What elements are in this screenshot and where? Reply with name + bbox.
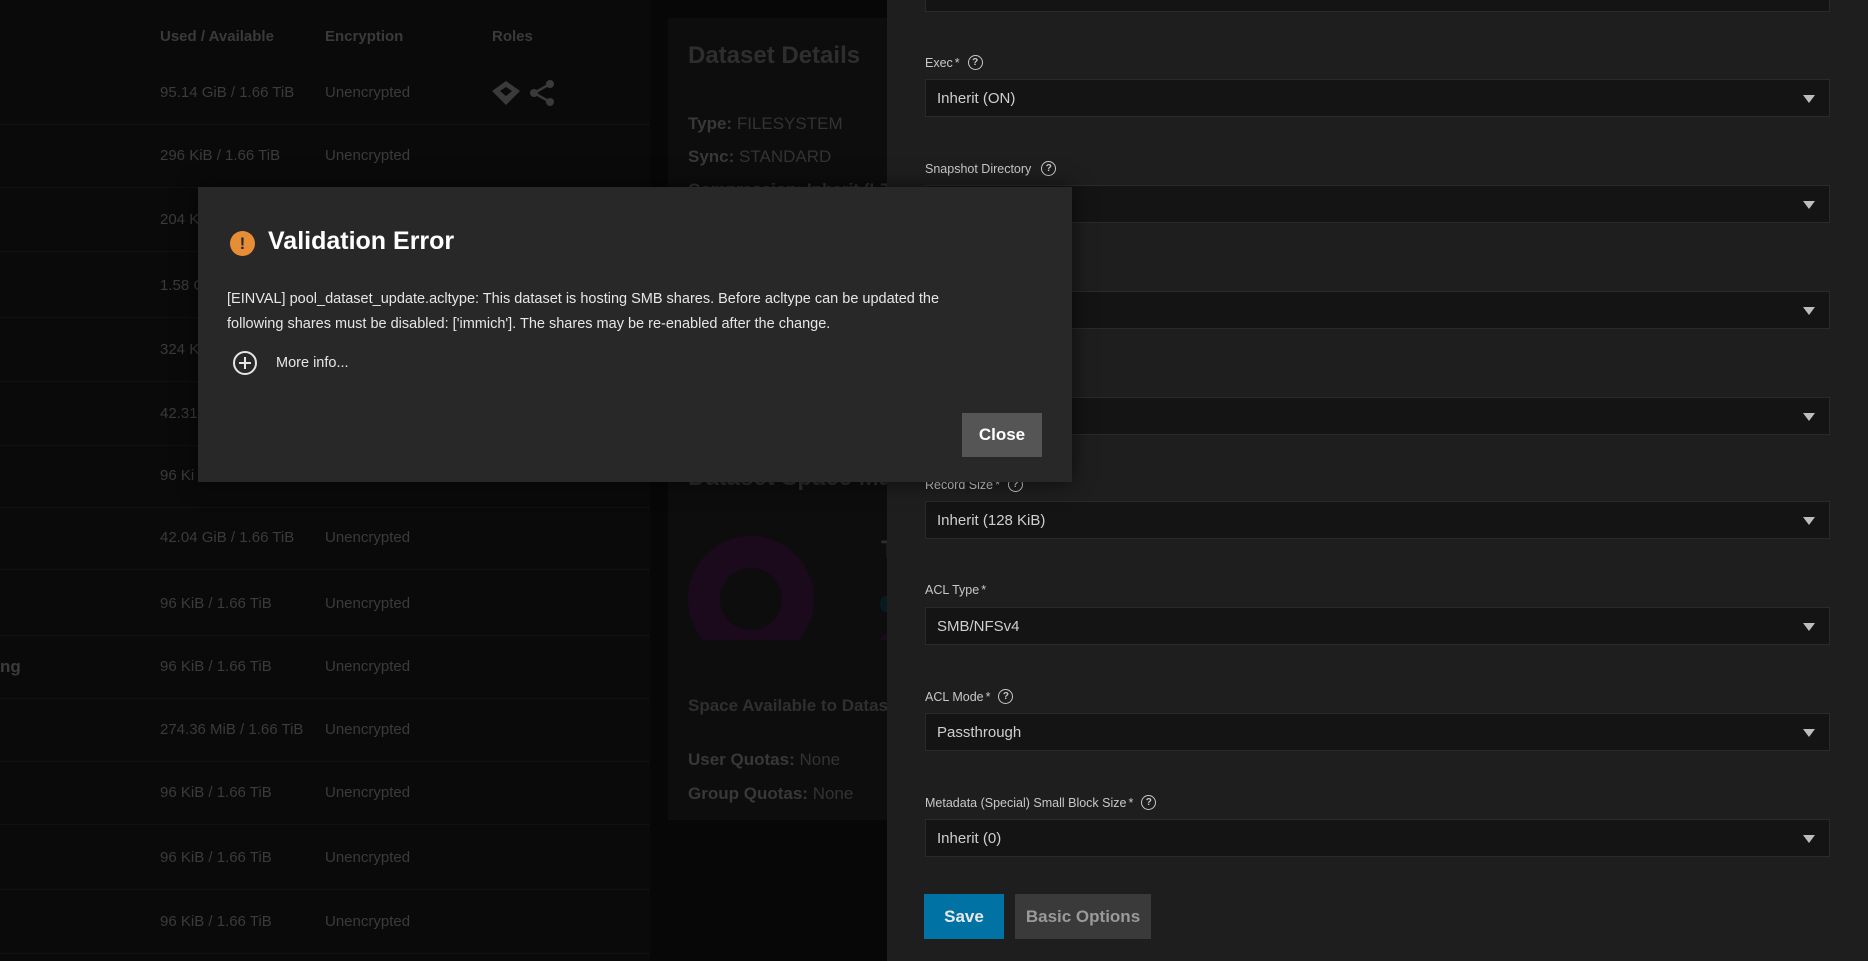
field-label: ACL Type * [925, 583, 987, 597]
select-value: Inherit (ON) [937, 90, 1016, 107]
dialog-message-line2: following shares must be disabled: ['imm… [227, 316, 831, 332]
select-value: SMB/NFSv4 [937, 618, 1020, 635]
close-button[interactable]: Close [962, 413, 1042, 457]
encryption-cell: Unencrypted [325, 913, 411, 930]
space-donut-chart [688, 536, 814, 640]
dropdown-arrow-icon [1803, 835, 1815, 843]
used-available-cell: 95.14 GiB / 1.66 TiB [160, 84, 295, 101]
dataset-details-title: Dataset Details [688, 42, 861, 69]
dropdown-arrow-icon [1803, 307, 1815, 315]
used-available-cell: 204 K [160, 211, 200, 228]
select-value: Inherit (128 KiB) [937, 512, 1046, 529]
dropdown-arrow-icon [1803, 517, 1815, 525]
encryption-cell: Unencrypted [325, 147, 411, 164]
used-available-cell: 96 KiB / 1.66 TiB [160, 595, 272, 612]
select-exec[interactable]: Inherit (ON) [925, 79, 1830, 117]
share-icon [530, 80, 554, 106]
help-icon[interactable]: ? [998, 689, 1014, 704]
field-label: Metadata (Special) Small Block Size *? [925, 795, 1157, 810]
more-info-label: More info... [276, 355, 349, 371]
dropdown-arrow-icon [1803, 623, 1815, 631]
encryption-cell: Unencrypted [325, 784, 411, 801]
user-quotas-row: User Quotas: None [688, 750, 841, 769]
encryption-cell: Unencrypted [325, 595, 411, 612]
dropdown-arrow-icon [1803, 729, 1815, 737]
select-metadata-special-small-block-size[interactable]: Inherit (0) [925, 819, 1830, 857]
used-available-cell: 96 KiB / 1.66 TiB [160, 849, 272, 866]
group-quotas-row: Group Quotas: None [688, 784, 854, 803]
column-header-used: Used / Available [160, 28, 274, 45]
help-icon[interactable]: ? [967, 55, 983, 70]
more-info-toggle[interactable]: More info... [232, 350, 349, 376]
used-available-cell: 296 KiB / 1.66 TiB [160, 147, 281, 164]
select-value: Inherit (0) [937, 830, 1002, 847]
encryption-cell: Unencrypted [325, 84, 411, 101]
used-available-cell: 42.31 [160, 405, 198, 422]
save-button[interactable]: Save [924, 894, 1004, 939]
column-header-roles: Roles [492, 28, 533, 45]
used-available-cell: 42.04 GiB / 1.66 TiB [160, 529, 295, 546]
field-label: Snapshot Directory? [925, 161, 1057, 176]
validation-error-dialog: ! Validation Error [EINVAL] pool_dataset… [198, 187, 1072, 482]
select-value: Passthrough [937, 724, 1022, 741]
select-record-size[interactable]: Inherit (128 KiB) [925, 501, 1830, 539]
used-available-cell: 274.36 MiB / 1.66 TiB [160, 721, 304, 738]
encryption-cell: Unencrypted [325, 721, 411, 738]
encryption-cell: Unencrypted [325, 529, 411, 546]
legend-dot-blue [880, 596, 887, 612]
dataset-quota-card: Space Available to Datase User Quotas: N… [668, 640, 887, 820]
type-row: Type: FILESYSTEM [688, 114, 843, 133]
dropdown-arrow-icon [1803, 201, 1815, 209]
dataset-name-fragment: ng [0, 657, 21, 676]
roles-icons [490, 79, 556, 112]
dropdown-arrow-icon [1803, 413, 1815, 421]
field-label: ACL Mode *? [925, 689, 1014, 704]
used-available-cell: 96 KiB / 1.66 TiB [160, 658, 272, 675]
smb-share-icon [492, 81, 520, 105]
used-available-cell: 96 KiB / 1.66 TiB [160, 913, 272, 930]
top-field[interactable] [925, 0, 1830, 12]
error-icon: ! [230, 231, 255, 256]
used-available-cell: 96 KiB / 1.66 TiB [160, 784, 272, 801]
select-acl-mode[interactable]: Passthrough [925, 713, 1830, 751]
sync-row: Sync: STANDARD [688, 147, 832, 166]
help-icon[interactable]: ? [1041, 161, 1057, 176]
field-label: Exec *? [925, 55, 983, 70]
used-available-cell: 324 K [160, 341, 200, 358]
dropdown-arrow-icon [1803, 95, 1815, 103]
select-acl-type[interactable]: SMB/NFSv4 [925, 607, 1830, 645]
space-available-label: Space Available to Datase [688, 696, 887, 715]
plus-circle-icon [233, 351, 257, 375]
help-icon[interactable]: ? [1141, 795, 1157, 810]
dialog-title: Validation Error [268, 227, 455, 255]
encryption-cell: Unencrypted [325, 849, 411, 866]
basic-options-button[interactable]: Basic Options [1015, 894, 1151, 939]
column-header-encryption: Encryption [325, 28, 404, 45]
used-available-cell: 96 Ki [160, 467, 195, 484]
encryption-cell: Unencrypted [325, 658, 411, 675]
dialog-message-line1: [EINVAL] pool_dataset_update.acltype: Th… [227, 291, 940, 307]
